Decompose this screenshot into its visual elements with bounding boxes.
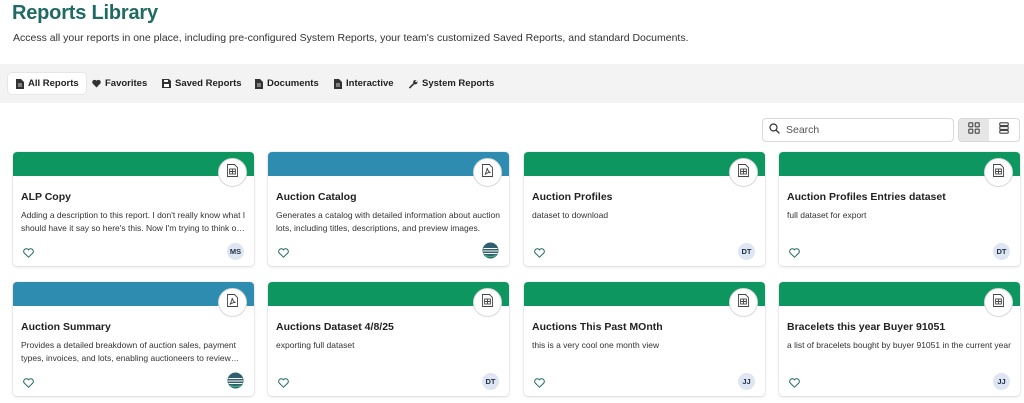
tab-label: Interactive xyxy=(346,78,394,89)
grid-icon xyxy=(968,121,980,139)
owner-avatar: DT xyxy=(482,373,499,390)
owner-avatar: MS xyxy=(227,243,244,260)
file-badge xyxy=(729,158,758,187)
page-subtitle: Access all your reports in one place, in… xyxy=(13,32,689,44)
grid-view-button[interactable] xyxy=(959,119,989,141)
owner-avatar xyxy=(482,242,499,261)
report-card[interactable]: Auctions Dataset 4/8/25 exporting full d… xyxy=(268,282,509,396)
tab-saved-reports[interactable]: Saved Reports xyxy=(155,73,249,94)
favorite-heart-icon[interactable] xyxy=(23,375,34,388)
card-title: Auction Profiles xyxy=(532,191,613,203)
owner-avatar: JJ xyxy=(993,373,1010,390)
heart-icon xyxy=(92,79,101,89)
table-file-icon xyxy=(482,293,493,312)
pdf-file-icon xyxy=(227,293,238,312)
card-description: Provides a detailed breakdown of auction… xyxy=(21,340,236,363)
favorite-heart-icon[interactable] xyxy=(789,245,800,258)
search-box xyxy=(762,118,954,142)
tab-all-reports[interactable]: All Reports xyxy=(8,73,86,94)
table-file-icon xyxy=(993,163,1004,182)
card-description: a list of bracelets bought by buyer 9105… xyxy=(787,340,1011,350)
tab-system-reports[interactable]: System Reports xyxy=(402,73,501,94)
file-badge xyxy=(473,288,502,317)
tab-label: System Reports xyxy=(422,78,495,89)
view-toggle xyxy=(958,118,1020,142)
tab-interactive[interactable]: Interactive xyxy=(326,73,401,94)
card-description: exporting full dataset xyxy=(276,340,355,350)
favorite-heart-icon[interactable] xyxy=(278,375,289,388)
report-card[interactable]: Auction Profiles Entries dataset full da… xyxy=(779,152,1020,266)
file-badge xyxy=(729,288,758,317)
tab-label: Documents xyxy=(267,78,319,89)
file-badge xyxy=(218,158,247,187)
document-icon xyxy=(333,78,342,89)
card-description: this is a very cool one month view xyxy=(532,340,660,350)
file-badge xyxy=(218,288,247,317)
wrench-icon xyxy=(409,79,418,89)
search-icon xyxy=(769,121,780,139)
report-card[interactable]: Bracelets this year Buyer 91051 a list o… xyxy=(779,282,1020,396)
card-description: Adding a description to this report. I d… xyxy=(21,210,246,233)
owner-avatar xyxy=(227,372,244,391)
tab-favorites[interactable]: Favorites xyxy=(85,73,154,94)
card-title: Bracelets this year Buyer 91051 xyxy=(787,321,946,333)
tab-label: Saved Reports xyxy=(175,78,242,89)
table-file-icon xyxy=(738,163,749,182)
report-card[interactable]: Auction Profiles dataset to download DT xyxy=(524,152,765,266)
file-badge xyxy=(984,158,1013,187)
card-description: full dataset for export xyxy=(787,210,867,220)
list-icon xyxy=(999,121,1009,139)
card-title: Auction Summary xyxy=(21,321,111,333)
report-card[interactable]: ALP Copy Adding a description to this re… xyxy=(13,152,254,266)
owner-avatar: DT xyxy=(738,243,755,260)
report-card[interactable]: Auction Summary Provides a detailed brea… xyxy=(13,282,254,396)
card-description: dataset to download xyxy=(532,210,609,220)
card-title: ALP Copy xyxy=(21,191,71,203)
card-title: Auctions This Past MOnth xyxy=(532,321,663,333)
favorite-heart-icon[interactable] xyxy=(23,245,34,258)
card-title: Auction Profiles Entries dataset xyxy=(787,191,946,203)
save-icon xyxy=(162,79,171,89)
pdf-file-icon xyxy=(482,163,493,182)
favorite-heart-icon[interactable] xyxy=(534,245,545,258)
tab-label: Favorites xyxy=(105,78,148,89)
favorite-heart-icon[interactable] xyxy=(278,245,289,258)
owner-avatar: DT xyxy=(993,243,1010,260)
favorite-heart-icon[interactable] xyxy=(534,375,545,388)
card-title: Auction Catalog xyxy=(276,191,357,203)
card-title: Auctions Dataset 4/8/25 xyxy=(276,321,394,333)
table-file-icon xyxy=(738,293,749,312)
report-card[interactable]: Auction Catalog Generates a catalog with… xyxy=(268,152,509,266)
tab-label: All Reports xyxy=(28,78,79,89)
tab-documents[interactable]: Documents xyxy=(247,73,326,94)
owner-avatar: JJ xyxy=(738,373,755,390)
search-input[interactable] xyxy=(786,124,946,136)
page-title: Reports Library xyxy=(12,2,158,24)
table-file-icon xyxy=(993,293,1004,312)
table-file-icon xyxy=(227,163,238,182)
tab-bar: All Reports Favorites Saved Reports Docu… xyxy=(0,64,1024,103)
document-icon xyxy=(15,78,24,89)
favorite-heart-icon[interactable] xyxy=(789,375,800,388)
system-logo-icon xyxy=(482,242,499,261)
report-card[interactable]: Auctions This Past MOnth this is a very … xyxy=(524,282,765,396)
file-badge xyxy=(984,288,1013,317)
list-view-button[interactable] xyxy=(989,119,1019,141)
file-badge xyxy=(473,158,502,187)
system-logo-icon xyxy=(227,372,244,391)
document-icon xyxy=(254,78,263,89)
card-description: Generates a catalog with detailed inform… xyxy=(276,210,500,233)
